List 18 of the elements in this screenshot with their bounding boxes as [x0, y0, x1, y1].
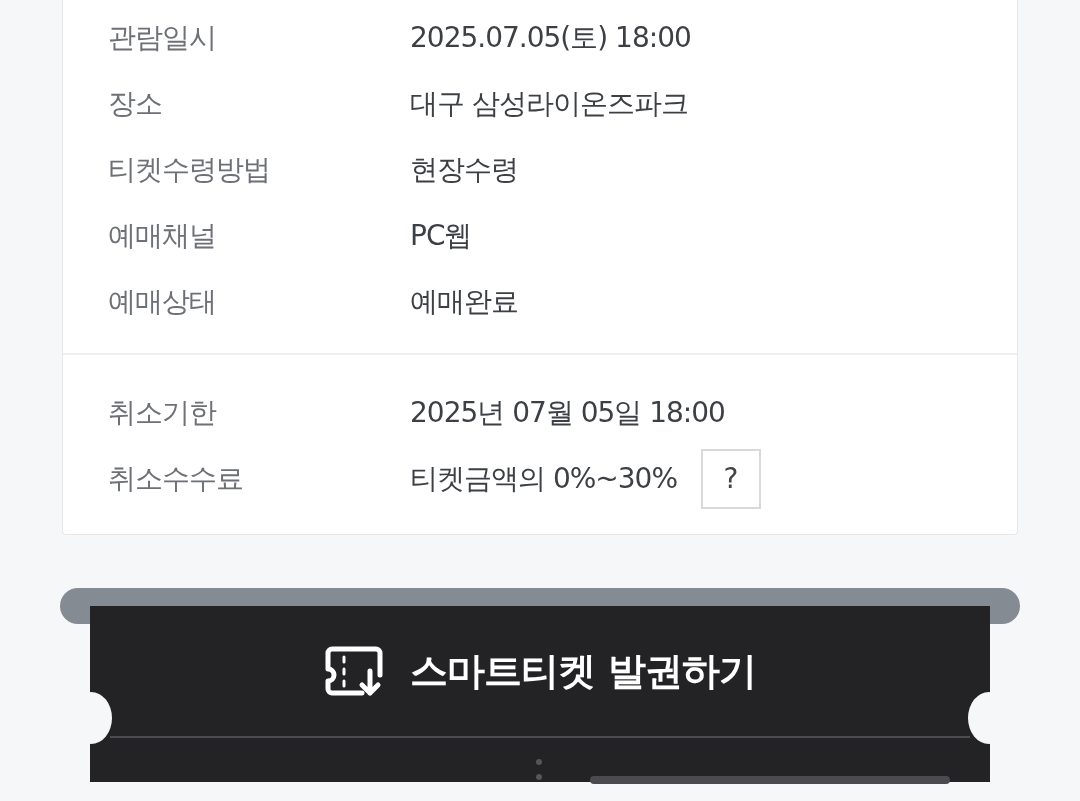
field-value: 예매완료 — [410, 284, 518, 320]
field-label: 예매채널 — [108, 218, 217, 254]
field-value: 티켓금액의 0%~30% — [410, 461, 677, 497]
field-label: 관람일시 — [108, 20, 217, 56]
field-label: 취소수수료 — [108, 461, 244, 497]
help-button[interactable]: ? — [701, 449, 761, 509]
field-label: 취소기한 — [108, 395, 218, 431]
field-value: PC웹 — [410, 218, 472, 254]
field-label: 예매상태 — [108, 284, 217, 320]
ticket-download-icon — [324, 645, 385, 697]
smart-ticket-panel[interactable]: 스마트티켓 발권하기 — [90, 606, 990, 782]
field-label: 티켓수령방법 — [108, 152, 271, 188]
field-label: 장소 — [108, 86, 163, 122]
field-value: 2025.07.05(토) 18:00 — [410, 20, 691, 56]
field-value: 대구 삼성라이온즈파크 — [410, 86, 688, 122]
field-value: 2025년 07월 05일 18:00 — [410, 395, 725, 431]
field-value: 현장수령 — [410, 152, 518, 188]
smart-ticket-label: 스마트티켓 발권하기 — [410, 647, 756, 695]
